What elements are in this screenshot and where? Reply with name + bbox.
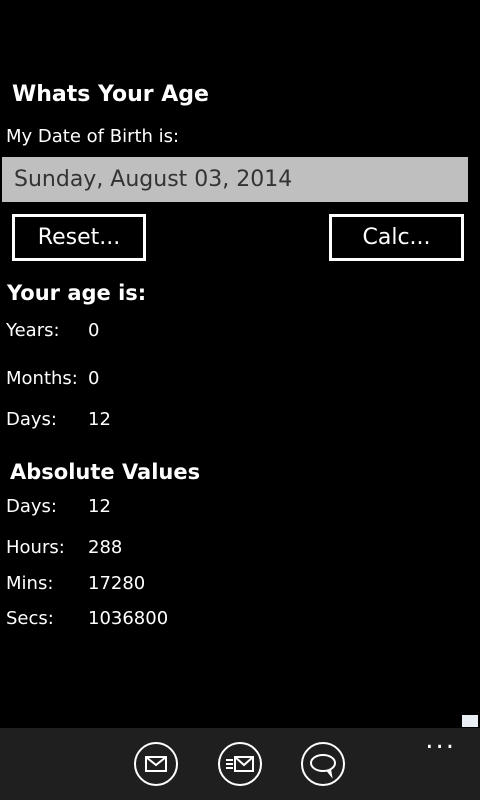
mail-list-icon[interactable] <box>218 742 262 786</box>
absolute-values-heading: Absolute Values <box>10 460 201 484</box>
abs-mins-value: 17280 <box>88 573 146 594</box>
age-months-value: 0 <box>88 368 100 389</box>
abs-hours-label: Hours: <box>6 537 65 558</box>
calc-button[interactable]: Calc... <box>329 214 464 261</box>
dob-label: My Date of Birth is: <box>6 126 180 147</box>
reset-button[interactable]: Reset... <box>12 214 146 261</box>
app-title: Whats Your Age <box>12 82 209 107</box>
mail-icon[interactable] <box>134 742 178 786</box>
more-options-ellipsis[interactable]: ... <box>425 727 456 753</box>
abs-secs-value: 1036800 <box>88 608 169 629</box>
age-heading: Your age is: <box>7 281 147 305</box>
app-bar: ... <box>0 727 480 800</box>
age-years-value: 0 <box>88 320 100 341</box>
age-years-label: Years: <box>6 320 60 341</box>
chat-bubble-icon[interactable] <box>301 742 345 786</box>
age-days-value: 12 <box>88 409 111 430</box>
date-of-birth-picker[interactable]: Sunday, August 03, 2014 <box>2 157 468 202</box>
abs-days-label: Days: <box>6 496 57 517</box>
ad-marker[interactable] <box>462 715 478 727</box>
abs-hours-value: 288 <box>88 537 123 558</box>
age-months-label: Months: <box>6 368 78 389</box>
age-days-label: Days: <box>6 409 57 430</box>
abs-secs-label: Secs: <box>6 608 54 629</box>
abs-days-value: 12 <box>88 496 111 517</box>
abs-mins-label: Mins: <box>6 573 54 594</box>
